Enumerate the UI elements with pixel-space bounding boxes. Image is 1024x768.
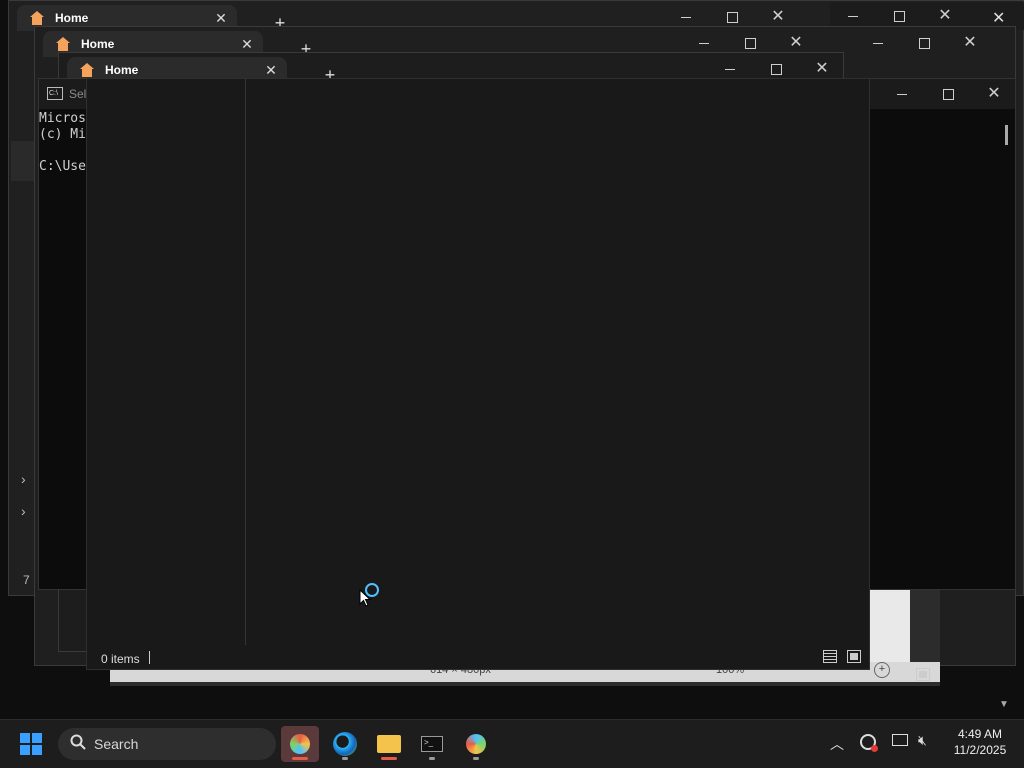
search-icon xyxy=(70,734,86,755)
close-tab-icon[interactable]: ✕ xyxy=(263,62,279,79)
paint-canvas-area xyxy=(868,590,910,670)
navigation-pane[interactable] xyxy=(87,79,246,645)
close-button[interactable]: ✕ xyxy=(947,29,993,57)
large-icons-view-icon[interactable] xyxy=(847,650,861,663)
cmd-scrollbar[interactable] xyxy=(1005,125,1008,145)
file-explorer-window-front[interactable]: 0 items xyxy=(86,78,870,670)
taskbar-app-edge[interactable] xyxy=(326,726,364,762)
active-indicator xyxy=(381,757,397,760)
taskbar-app-paint-active[interactable] xyxy=(281,726,319,762)
taskbar: Search >_ ︿ 🔇︎ 4:49 AM 11/2/2025 xyxy=(0,719,1024,768)
search-label: Search xyxy=(94,736,139,752)
taskbar-search-box[interactable]: Search xyxy=(58,728,276,760)
paint-palette-icon xyxy=(290,734,310,754)
minimize-button[interactable] xyxy=(879,80,925,108)
start-button[interactable] xyxy=(20,733,42,755)
close-button[interactable]: ✕ xyxy=(971,80,1017,108)
paint-palette-icon xyxy=(466,734,486,754)
cmd-line: Micros xyxy=(39,111,86,126)
running-indicator xyxy=(429,757,435,760)
close-tab-icon[interactable]: ✕ xyxy=(239,36,255,53)
maximize-button[interactable] xyxy=(925,80,971,108)
running-indicator xyxy=(342,757,348,760)
status-divider xyxy=(149,651,150,664)
minimize-button[interactable] xyxy=(855,29,901,57)
scroll-down-icon[interactable]: ▼ xyxy=(999,699,1009,710)
item-count: 0 items xyxy=(101,652,140,666)
clock[interactable]: 4:49 AM 11/2/2025 xyxy=(940,726,1020,758)
home-icon xyxy=(29,10,45,26)
windows-logo-icon xyxy=(20,733,42,755)
large-icons-view-icon[interactable] xyxy=(916,668,930,681)
home-icon xyxy=(79,62,95,78)
edge-icon xyxy=(333,732,357,756)
cmd-line: (c) Mi xyxy=(39,127,86,142)
chevron-right-icon[interactable]: › xyxy=(21,471,26,487)
mouse-cursor-icon xyxy=(359,588,372,612)
statusbar: 0 items xyxy=(87,645,869,669)
details-view-icon[interactable] xyxy=(823,650,837,663)
taskbar-app-terminal[interactable]: >_ xyxy=(413,726,451,762)
show-hidden-icons-chevron-icon[interactable]: ︿ xyxy=(830,734,844,754)
folder-icon xyxy=(377,735,401,753)
running-indicator xyxy=(473,757,479,760)
network-icon[interactable] xyxy=(892,734,908,746)
tab-label: Home xyxy=(105,63,139,77)
taskbar-app-paint[interactable] xyxy=(457,726,495,762)
content-pane[interactable] xyxy=(246,79,869,645)
close-tab-icon[interactable]: ✕ xyxy=(213,10,229,27)
close-icon[interactable]: ✕ xyxy=(992,8,1005,28)
cmd-icon: C:\ xyxy=(47,87,63,100)
cmd-output[interactable]: Micros (c) Mi C:\Use xyxy=(39,111,86,175)
sync-icon[interactable] xyxy=(860,734,878,752)
terminal-icon: >_ xyxy=(421,736,443,752)
taskbar-app-file-explorer[interactable] xyxy=(370,726,408,762)
maximize-button[interactable] xyxy=(901,29,947,57)
chevron-right-icon[interactable]: › xyxy=(21,503,26,519)
cmd-line: C:\Use xyxy=(39,159,86,174)
tab-label: Home xyxy=(55,11,89,25)
home-icon xyxy=(55,36,71,52)
cmd-line xyxy=(39,143,86,159)
tab-label: Home xyxy=(81,37,115,51)
clock-date: 11/2/2025 xyxy=(953,743,1007,757)
status-fragment: 7 xyxy=(23,573,30,587)
cmd-title: Sel xyxy=(69,87,87,101)
clock-time: 4:49 AM xyxy=(957,727,1003,741)
volume-muted-icon[interactable]: 🔇︎ xyxy=(918,732,927,749)
zoom-in-icon[interactable]: + xyxy=(874,662,890,678)
active-indicator xyxy=(292,757,308,760)
